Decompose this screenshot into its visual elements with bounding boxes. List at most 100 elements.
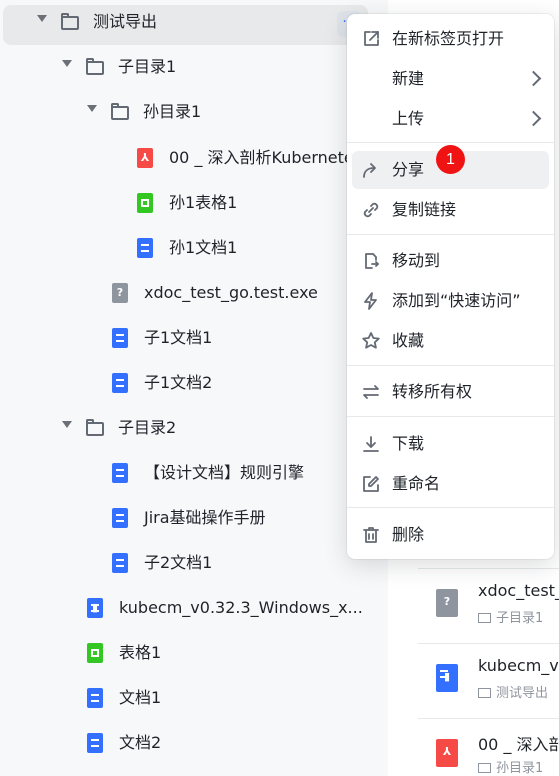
menu-item-label: 删除 (392, 525, 425, 544)
menu-item-label: 上传 (392, 109, 425, 128)
menu-item-download[interactable]: 下载 (352, 425, 549, 463)
list-item[interactable]: ▮ kubecm_v0 测试导出 (418, 643, 559, 716)
list-item[interactable]: ⅄ 00 _ 深入剖 孙目录1 (418, 718, 559, 776)
list-item-title: 00 _ 深入剖 (478, 735, 559, 754)
tree-item-file[interactable]: 表格1 (0, 633, 388, 673)
pdf-file-icon: ⅄ (137, 148, 153, 168)
tree-item-file[interactable]: 孙1表格1 (0, 183, 388, 223)
tree-item-label: 表格1 (119, 643, 162, 662)
menu-item-move-to[interactable]: 移动到 (352, 242, 549, 280)
tree-item-file[interactable]: 孙1文档1 (0, 228, 388, 268)
tree-item-file[interactable]: ⅄ 00 _ 深入剖析Kubernetes (0, 138, 388, 178)
collapse-arrow-icon[interactable] (62, 60, 72, 67)
sheet-file-icon (87, 643, 103, 663)
list-item-location: 子目录1 (478, 607, 543, 626)
menu-divider (347, 142, 554, 143)
collapse-arrow-icon[interactable] (62, 421, 72, 428)
share-icon (363, 163, 376, 178)
open-new-tab-icon (364, 31, 379, 46)
star-icon (362, 332, 380, 349)
rename-icon (363, 476, 379, 492)
lightning-icon (364, 292, 377, 310)
collapse-arrow-icon[interactable] (37, 15, 47, 22)
tree-item-file[interactable]: 【设计文档】规则引擎 (0, 453, 388, 493)
tree-item-folder[interactable]: 子目录2 (0, 408, 388, 448)
sheet-file-icon (137, 193, 153, 213)
menu-item-label: 移动到 (392, 251, 441, 270)
unknown-file-icon: ? (112, 283, 128, 303)
zip-file-icon: ▮ (436, 664, 458, 692)
menu-item-upload[interactable]: 上传 (352, 100, 549, 138)
menu-item-label: 在新标签页打开 (392, 29, 505, 48)
menu-item-new[interactable]: 新建 (352, 60, 549, 98)
tree-item-label: 孙1文档1 (169, 238, 238, 257)
doc-file-icon (112, 553, 128, 573)
tree-item-file[interactable]: 子1文档2 (0, 363, 388, 403)
tree-item-folder[interactable]: 测试导出 ··· (0, 2, 388, 45)
context-menu: 在新标签页打开 新建 上传 分享 复制链接 移动到 添加到“快速访问” 收藏 转… (347, 14, 554, 559)
file-tree: 测试导出 ··· 子目录1 孙目录1 ⅄ 00 _ 深入剖析Kubernetes… (0, 0, 388, 776)
tree-item-file[interactable]: 子1文档1 (0, 318, 388, 358)
menu-divider (347, 416, 554, 417)
folder-icon (478, 688, 491, 698)
folder-icon (86, 419, 104, 436)
menu-item-copy-link[interactable]: 复制链接 (352, 191, 549, 229)
tree-item-label: 子1文档1 (144, 328, 213, 347)
menu-item-quick-access[interactable]: 添加到“快速访问” (352, 282, 549, 320)
tree-item-file[interactable]: 文档2 (0, 723, 388, 763)
collapse-arrow-icon[interactable] (87, 105, 97, 112)
menu-item-rename[interactable]: 重命名 (352, 465, 549, 503)
tree-item-file[interactable]: 子2文档1 (0, 543, 388, 583)
selection-highlight (3, 5, 368, 45)
tree-item-folder[interactable]: 子目录1 (0, 47, 388, 87)
folder-icon (61, 13, 79, 30)
link-icon (363, 202, 379, 218)
menu-divider (347, 234, 554, 235)
unknown-file-icon: ? (436, 589, 458, 617)
move-icon (365, 253, 379, 269)
tree-item-label: 00 _ 深入剖析Kubernetes (169, 148, 363, 167)
tree-item-label: 测试导出 (93, 12, 158, 31)
zip-file-icon: ▮ (87, 598, 103, 618)
tree-item-label: 孙1表格1 (169, 193, 238, 212)
menu-item-label: 复制链接 (392, 200, 457, 219)
menu-item-label: 分享 (392, 160, 425, 179)
menu-item-label: 重命名 (392, 474, 441, 493)
menu-item-transfer-ownership[interactable]: 转移所有权 (352, 373, 549, 411)
tree-item-label: xdoc_test_go.test.exe (144, 283, 318, 302)
doc-file-icon (87, 688, 103, 708)
tree-item-file[interactable]: ▮ kubecm_v0.32.3_Windows_x... (0, 588, 388, 628)
list-item-location: 孙目录1 (478, 757, 543, 776)
menu-item-favorite[interactable]: 收藏 (352, 322, 549, 360)
tree-item-file[interactable]: 文档1 (0, 678, 388, 718)
menu-item-label: 添加到“快速访问” (392, 291, 521, 310)
tree-item-file[interactable]: Jira基础操作手册 (0, 498, 388, 538)
list-item-title: xdoc_test_ (478, 581, 559, 600)
menu-item-label: 下载 (392, 434, 425, 453)
doc-file-icon (112, 373, 128, 393)
tree-item-folder[interactable]: 孙目录1 (0, 92, 388, 132)
menu-divider (347, 365, 554, 366)
tree-item-file[interactable]: ? xdoc_test_go.test.exe (0, 273, 388, 313)
list-item[interactable]: ? xdoc_test_ 子目录1 (418, 568, 559, 641)
tree-item-label: Jira基础操作手册 (144, 508, 266, 527)
tree-item-label: 子目录1 (118, 57, 177, 76)
folder-icon (86, 58, 104, 75)
transfer-icon (363, 385, 379, 399)
folder-icon (478, 613, 491, 623)
tree-item-label: 孙目录1 (143, 102, 202, 121)
tree-item-label: 子目录2 (118, 418, 177, 437)
menu-item-delete[interactable]: 删除 (352, 516, 549, 554)
doc-file-icon (87, 733, 103, 753)
doc-file-icon (112, 463, 128, 483)
menu-item-open-new-tab[interactable]: 在新标签页打开 (352, 20, 549, 58)
step-number-badge: 1 (436, 145, 465, 174)
chevron-right-icon (525, 110, 542, 127)
tree-item-label: 文档2 (119, 733, 162, 752)
menu-divider (347, 507, 554, 508)
doc-file-icon (112, 508, 128, 528)
tree-item-label: 文档1 (119, 688, 162, 707)
download-icon (363, 436, 379, 452)
list-item-title: kubecm_v0 (478, 656, 559, 675)
doc-file-icon (137, 238, 153, 258)
